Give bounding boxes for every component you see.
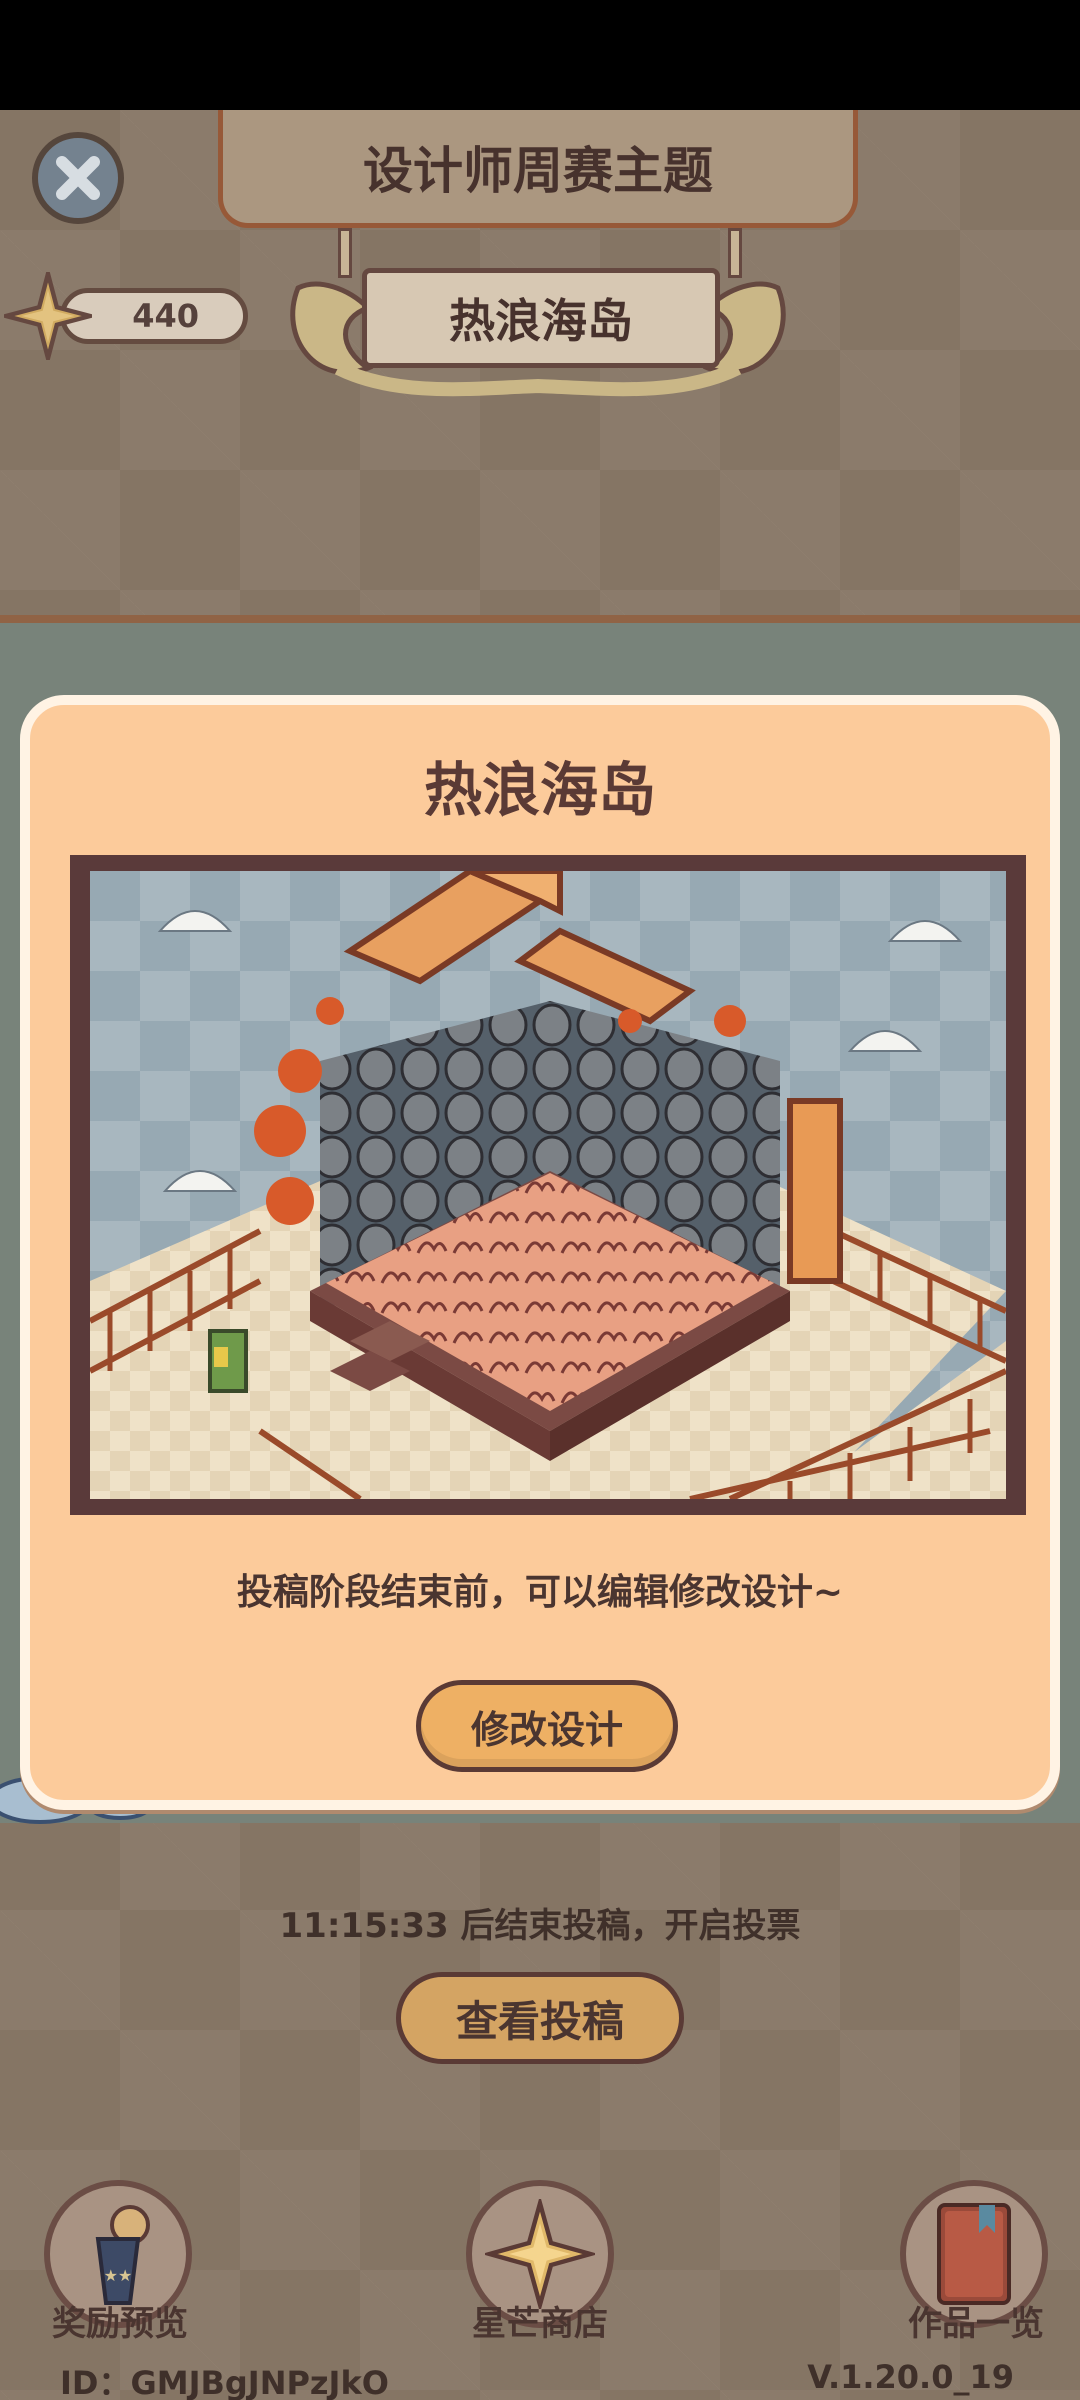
status-bar: [0, 0, 1080, 110]
book-icon: [937, 2203, 1011, 2305]
theme-modal: 热浪海岛 投稿阶段结束前，可以编辑修改设计~ 修改设计: [20, 695, 1060, 1810]
view-submissions-button[interactable]: 查看投稿: [396, 1972, 684, 2064]
game-screen: 设计师周赛主题 440 热浪海岛 热浪海岛 投稿阶段结束前，可以编辑修改设计~ …: [0, 0, 1080, 2400]
edit-design-button[interactable]: 修改设计: [416, 1680, 678, 1772]
modal-note: 投稿阶段结束前，可以编辑修改设计~: [236, 1572, 844, 1613]
nav-star-shop-label: 星芒商店: [472, 2304, 608, 2344]
app-version: V.1.20.0_19: [807, 2358, 1014, 2396]
countdown-text: 11:15:33 后结束投稿，开启投票: [279, 1906, 801, 1946]
edit-design-label: 修改设计: [470, 1707, 623, 1752]
view-submissions-label: 查看投稿: [455, 1996, 624, 2046]
modal-title: 热浪海岛: [423, 756, 656, 824]
nav-works-label: 作品一览: [908, 2304, 1044, 2344]
trophy-icon: ★★: [95, 2205, 150, 2305]
svg-text:★★: ★★: [104, 2266, 133, 2285]
nav-rewards-label: 奖励预览: [52, 2304, 188, 2344]
player-id: ID：GMJBgJNPzJkO: [60, 2364, 389, 2400]
star-shop-icon: [485, 2199, 595, 2309]
room-preview-image: [90, 871, 1006, 1499]
design-preview: [70, 855, 1026, 1515]
